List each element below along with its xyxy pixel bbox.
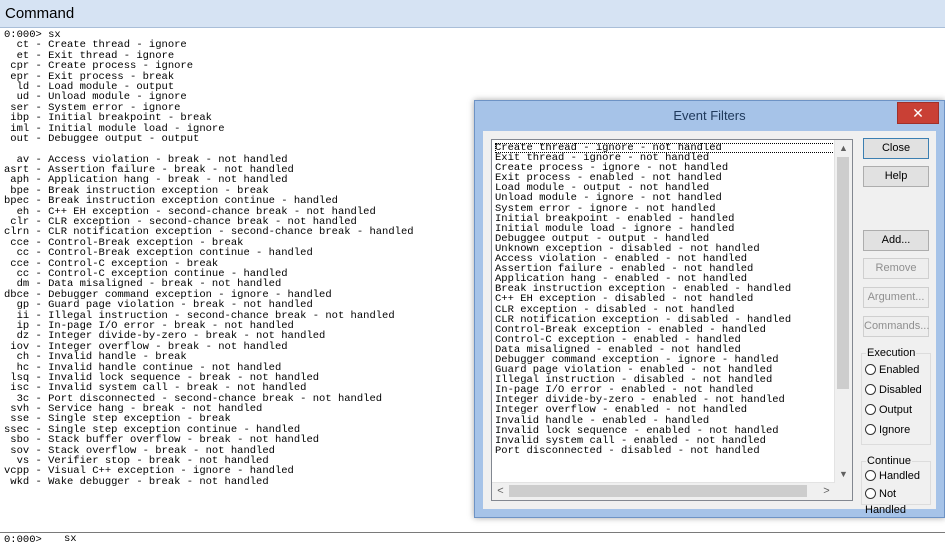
filter-list-item[interactable]: C++ EH exception - disabled - not handle… [495,294,835,305]
filter-list-item[interactable]: Port disconnected - disabled - not handl… [495,446,835,457]
continue-label: Continue [866,455,913,467]
scrollbar-corner [835,483,852,500]
continue-group: Continue Handled Not Handled [861,455,931,516]
help-button[interactable]: Help [863,166,929,187]
remove-button[interactable]: Remove [863,258,929,279]
event-filter-list[interactable]: Create thread - ignore - not handled Exit… [491,139,853,501]
dialog-frame: Create thread - ignore - not handled Exit… [475,131,944,517]
scroll-right-icon[interactable]: > [818,483,835,500]
event-filters-dialog: Event Filters ✕ Create thread - ignore -… [474,100,945,518]
command-input[interactable] [64,533,934,545]
scroll-left-icon[interactable]: < [492,483,509,500]
scroll-down-icon[interactable]: ▼ [835,466,852,483]
radio-circle-icon [865,424,876,435]
filter-items: Create thread - ignore - not handled Exit… [495,143,835,483]
output-line: wkd - Wake debugger - break - not handle… [4,475,269,488]
output-line: out - Debuggee output - output [4,132,200,145]
horizontal-scrollbar[interactable]: < > [492,482,835,500]
horizontal-scroll-thumb[interactable] [509,485,807,497]
execution-group: Execution Enabled Disabled Output Ignore [861,347,931,445]
output-line: cpr - Create process - ignore [4,60,194,73]
argument-button[interactable]: Argument... [863,287,929,308]
radio-ignore[interactable]: Ignore [865,422,910,438]
radio-not-handled[interactable]: Not Handled [865,486,930,516]
radio-disabled[interactable]: Disabled [865,382,922,398]
radio-circle-icon [865,470,876,481]
dialog-title: Event Filters [475,101,944,131]
radio-circle-icon [865,488,876,499]
output-line: ibp - Initial breakpoint - break [4,112,212,125]
scroll-up-icon[interactable]: ▲ [835,140,852,157]
close-icon[interactable]: ✕ [897,102,939,124]
vertical-scrollbar[interactable]: ▲ ▼ [834,140,852,483]
execution-label: Execution [866,347,917,359]
radio-enabled[interactable]: Enabled [865,362,919,378]
radio-circle-icon [865,404,876,415]
command-window-title: Command [0,0,945,28]
command-output: 0:000> sx ct - Create thread - ignore et… [4,30,479,532]
command-prompt: 0:000> [4,534,42,546]
radio-circle-icon [865,364,876,375]
close-button[interactable]: Close [863,138,929,159]
output-line: gp - Guard page violation - break - not … [4,299,313,312]
command-input-row: 0:000> [0,532,945,546]
output-line: ch - Invalid handle - break [4,351,187,364]
dialog-content: Create thread - ignore - not handled Exit… [483,131,936,516]
radio-handled[interactable]: Handled [865,468,920,484]
add-button[interactable]: Add... [863,230,929,251]
vertical-scroll-thumb[interactable] [837,157,849,389]
radio-circle-icon [865,384,876,395]
commands-button[interactable]: Commands... [863,316,929,337]
radio-output[interactable]: Output [865,402,912,418]
